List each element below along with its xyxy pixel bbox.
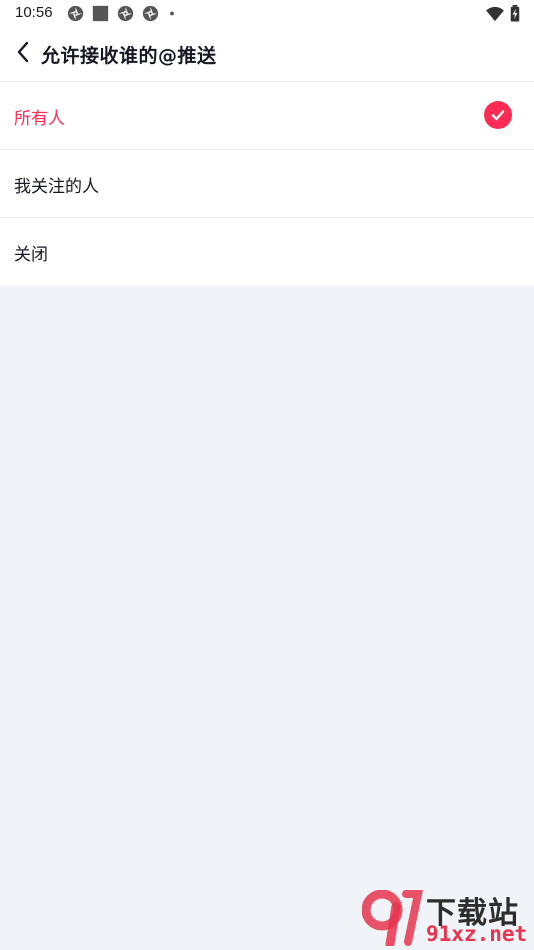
back-button[interactable] [10, 40, 36, 68]
option-people-i-follow[interactable]: 我关注的人 [0, 150, 534, 218]
battery-charging-icon [510, 5, 520, 22]
option-off[interactable]: 关闭 [0, 218, 534, 286]
app-notification-icon [142, 5, 159, 22]
option-label: 我关注的人 [14, 177, 99, 197]
chevron-left-icon [16, 41, 30, 67]
app-notification-icon [117, 5, 134, 22]
option-label: 关闭 [14, 245, 48, 265]
top-nav-bar: 允许接收谁的@推送 [0, 28, 534, 82]
page-title: 允许接收谁的@推送 [41, 45, 217, 67]
status-time: 10:56 [15, 4, 53, 21]
option-everyone[interactable]: 所有人 [0, 82, 534, 150]
watermark-text-en: 91xz.net [426, 922, 528, 946]
mention-permission-options: 所有人 我关注的人 关闭 [0, 82, 534, 286]
square-notification-icon [92, 5, 109, 22]
watermark: 下载站 91xz.net [361, 888, 532, 950]
status-right-icons [486, 5, 520, 22]
checkmark-icon [484, 101, 512, 129]
more-dot-icon [167, 5, 177, 22]
watermark-logo-icon [361, 889, 424, 950]
option-label: 所有人 [14, 109, 65, 129]
status-bar: 10:56 [0, 0, 534, 28]
wifi-icon [486, 6, 504, 22]
app-notification-icon [67, 5, 84, 22]
status-notification-icons [67, 5, 177, 22]
